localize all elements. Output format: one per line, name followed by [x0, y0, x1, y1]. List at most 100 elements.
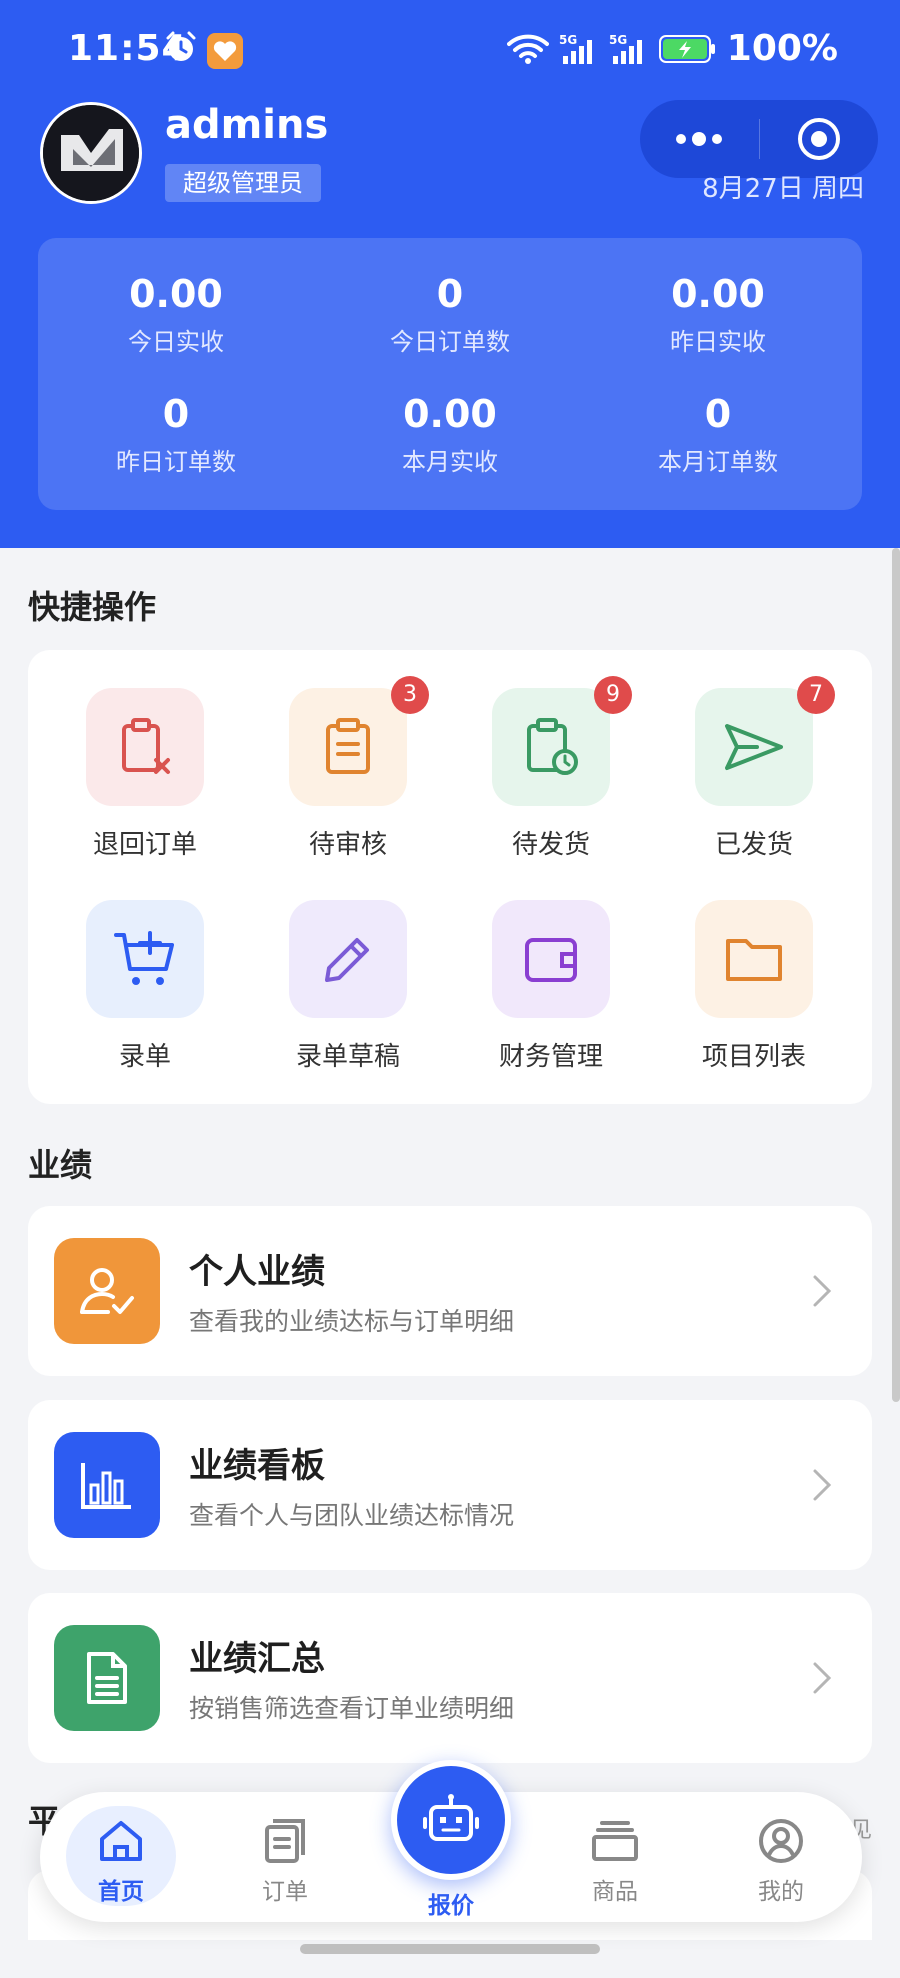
orders-icon	[265, 1819, 305, 1863]
stats-panel: 0.00 今日实收 0 今日订单数 0.00 昨日实收 0 昨日订单数 0.00…	[38, 238, 862, 510]
perf-title: 业绩汇总	[189, 1639, 325, 1679]
logo-icon	[43, 105, 139, 201]
chevron-right-icon	[813, 1275, 832, 1307]
tab-icon-wrap	[716, 1816, 846, 1866]
header: 11:54 5G 5G 100% admins 超级管理员 8月27日 周四 0…	[0, 0, 900, 548]
alarm-icon	[166, 31, 196, 61]
cart-plus-icon	[114, 931, 174, 985]
stat-value: 0	[162, 392, 190, 436]
home-indicator[interactable]	[300, 1944, 600, 1954]
stat-value: 0	[704, 392, 732, 436]
quick-action-finance[interactable]: 财务管理	[451, 900, 651, 1073]
clipboard-list-icon	[326, 718, 370, 774]
quick-action-project-list[interactable]: 项目列表	[654, 900, 854, 1073]
stat-value: 0.00	[129, 272, 223, 316]
perf-subtitle: 按销售筛选查看订单业绩明细	[189, 1694, 515, 1723]
signal-icon: 5G	[609, 33, 642, 64]
tab-icon-wrap	[550, 1816, 680, 1866]
notification-badge: 9	[594, 676, 632, 714]
stat-item: 0.00 今日实收	[42, 272, 310, 357]
avatar[interactable]	[40, 102, 142, 204]
performance-title: 业绩	[28, 1146, 93, 1184]
tab-label: 商品	[592, 1879, 638, 1905]
quick-action-label: 已发货	[714, 830, 793, 860]
close-button[interactable]	[760, 100, 879, 178]
tab-label: 报价	[428, 1893, 474, 1919]
quick-actions-title: 快捷操作	[28, 588, 157, 626]
stat-label: 本月实收	[402, 448, 498, 476]
tab-profile[interactable]: 我的	[716, 1792, 846, 1922]
quick-action-icon-bg	[86, 900, 204, 1018]
svg-text:5G: 5G	[609, 33, 627, 47]
quick-action-icon-bg	[289, 900, 407, 1018]
tab-quote[interactable]	[391, 1760, 511, 1880]
chevron-right-icon	[813, 1469, 832, 1501]
tab-icon-wrap	[56, 1816, 186, 1866]
wifi-icon	[506, 34, 549, 64]
home-icon	[100, 1821, 142, 1861]
tab-home[interactable]: 首页	[56, 1792, 186, 1922]
quick-action-icon-bg	[695, 900, 813, 1018]
role-badge: 超级管理员	[165, 164, 321, 202]
stat-item: 0.00 昨日实收	[584, 272, 852, 357]
quick-action-icon-bg: 9	[492, 676, 632, 806]
app-notification-icon	[207, 33, 243, 69]
more-dots-icon	[676, 132, 723, 146]
quick-action-label: 项目列表	[701, 1042, 806, 1072]
tab-label: 订单	[262, 1879, 308, 1905]
quick-action-pending-review[interactable]: 3 待审核	[248, 676, 448, 861]
stat-item: 0 本月订单数	[584, 392, 852, 477]
quick-action-icon-bg	[492, 900, 610, 1018]
notification-badge: 7	[797, 676, 835, 714]
tab-goods[interactable]: 商品	[550, 1792, 680, 1922]
quick-actions-card: 退回订单 3 待审核 9 待发货 7 已发货 录单 录单草稿 财务管理 项目列表	[28, 650, 872, 1104]
quick-action-create-order[interactable]: 录单	[45, 900, 245, 1073]
quick-action-returned-orders[interactable]: 退回订单	[45, 688, 245, 861]
quick-action-label: 录单	[118, 1042, 171, 1072]
status-right: 5G 5G 100%	[506, 28, 838, 69]
send-icon	[725, 724, 783, 770]
stat-label: 今日实收	[128, 328, 224, 356]
miniprogram-capsule	[640, 100, 878, 178]
perf-icon-bg	[54, 1625, 160, 1731]
status-bar: 11:54 5G 5G 100%	[0, 0, 900, 100]
quick-action-order-drafts[interactable]: 录单草稿	[248, 900, 448, 1073]
stat-item: 0 昨日订单数	[42, 392, 310, 477]
stat-value: 0	[436, 272, 464, 316]
tab-label: 我的	[758, 1879, 804, 1905]
quick-action-shipped[interactable]: 7 已发货	[654, 676, 854, 861]
clipboard-clock-icon	[527, 718, 578, 775]
quick-action-pending-shipment[interactable]: 9 待发货	[451, 676, 651, 861]
username: admins	[165, 102, 329, 148]
quick-action-label: 退回订单	[92, 830, 197, 860]
battery-icon	[658, 34, 715, 63]
stat-value: 0.00	[671, 272, 765, 316]
bottom-tab-bar: 首页 订单 报价 商品 我的	[40, 1760, 862, 1922]
folder-icon	[726, 939, 782, 981]
tab-orders[interactable]: 订单	[220, 1792, 350, 1922]
signal-icon: 5G	[559, 33, 592, 64]
more-button[interactable]	[640, 100, 759, 178]
robot-icon	[423, 1794, 479, 1841]
perf-dashboard-card[interactable]: 业绩看板 查看个人与团队业绩达标情况	[28, 1400, 872, 1570]
chevron-right-icon	[813, 1662, 832, 1694]
quick-action-icon-bg: 7	[695, 676, 835, 806]
tab-icon-wrap	[220, 1816, 350, 1866]
quick-action-label: 录单草稿	[295, 1042, 400, 1072]
perf-title: 业绩看板	[189, 1446, 325, 1486]
perf-icon-bg	[54, 1238, 160, 1344]
target-circle-icon	[797, 118, 840, 160]
perf-title: 个人业绩	[189, 1252, 325, 1292]
perf-personal-card[interactable]: 个人业绩 查看我的业绩达标与订单明细	[28, 1206, 872, 1376]
scrollbar[interactable]	[892, 548, 900, 1402]
perf-icon-bg	[54, 1432, 160, 1538]
tab-label: 首页	[98, 1879, 144, 1905]
perf-summary-card[interactable]: 业绩汇总 按销售筛选查看订单业绩明细	[28, 1593, 872, 1763]
quick-action-label: 财务管理	[498, 1042, 603, 1072]
notification-badge: 3	[391, 676, 429, 714]
stat-label: 昨日订单数	[116, 448, 236, 476]
bar-chart-icon	[81, 1463, 131, 1509]
user-circle-icon	[759, 1819, 803, 1863]
stat-item: 0 今日订单数	[316, 272, 584, 357]
quick-action-icon-bg: 3	[289, 676, 429, 806]
